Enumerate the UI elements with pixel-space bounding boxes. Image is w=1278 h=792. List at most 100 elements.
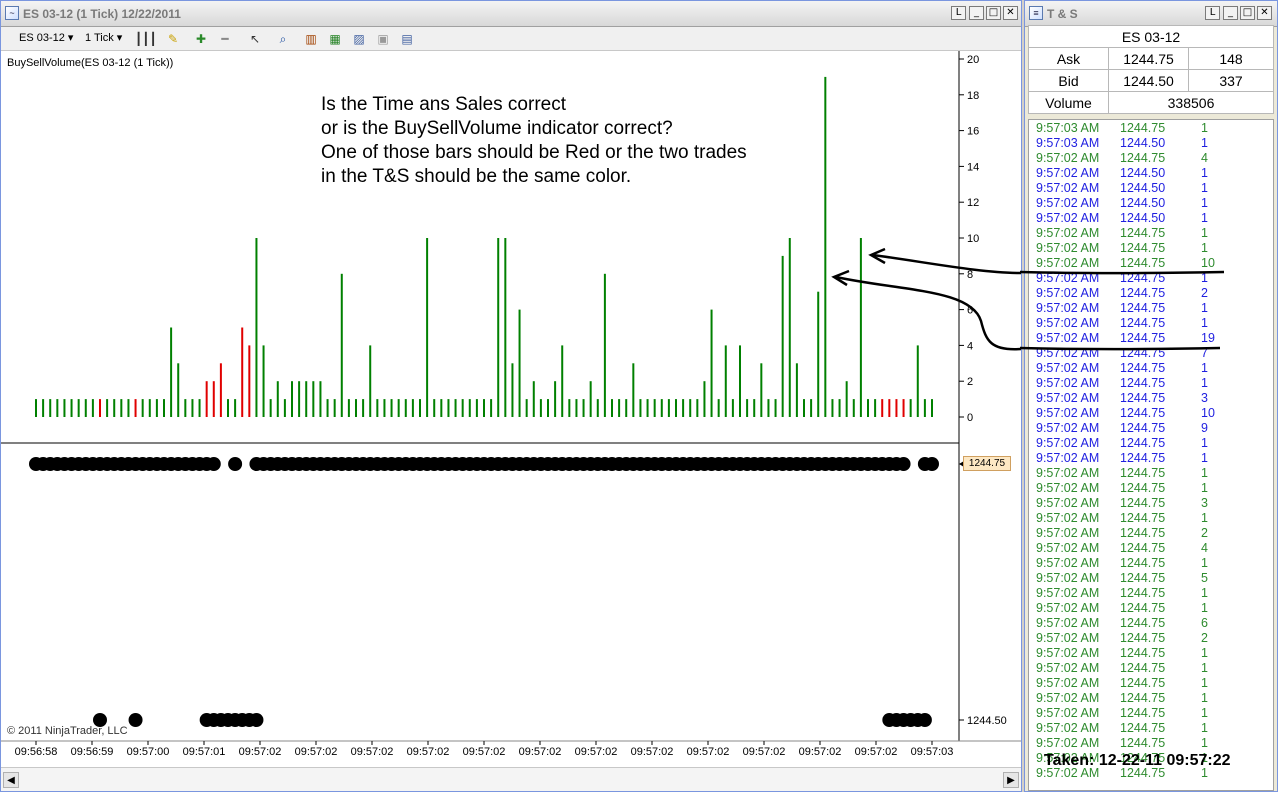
- volume-bar: [497, 238, 500, 417]
- trade-time: 9:57:02 AM: [1036, 691, 1100, 705]
- trade-time: 9:57:02 AM: [1036, 481, 1100, 495]
- trade-price: 1244.50: [1120, 196, 1166, 210]
- copyright-text: © 2011 NinjaTrader, LLC: [7, 725, 128, 737]
- chart-plot-area[interactable]: 20 18 16 14 12 10 8 6 4 2 0 1244.50 09:56:58 09:56:59…: [1, 51, 1021, 767]
- trade-row: 9:57:02 AM 1244.75 3: [1029, 496, 1273, 511]
- scroll-left-icon[interactable]: ◀: [3, 772, 19, 788]
- trade-time: 9:57:02 AM: [1036, 571, 1100, 585]
- volume-bar: [511, 363, 514, 417]
- trade-size: 1: [1201, 691, 1208, 705]
- trade-time: 9:57:02 AM: [1036, 271, 1100, 285]
- ts-minimize-button[interactable]: _: [1223, 6, 1238, 20]
- volume-bar: [177, 363, 180, 417]
- bar-style-icon[interactable]: ┃┃┃: [135, 31, 157, 47]
- trade-time: 9:57:02 AM: [1036, 241, 1100, 255]
- ts-maximize-button[interactable]: □: [1240, 6, 1255, 20]
- trade-time: 9:57:02 AM: [1036, 466, 1100, 480]
- layout-icon[interactable]: ▤: [399, 31, 415, 47]
- volume-bar: [859, 238, 862, 417]
- volume-bar: [618, 399, 621, 417]
- trade-time: 9:57:03 AM: [1036, 136, 1100, 150]
- indicator-label: BuySellVolume(ES 03-12 (1 Tick)): [7, 57, 174, 69]
- close-button[interactable]: ✕: [1003, 6, 1018, 20]
- zoom-in-icon[interactable]: ✚: [193, 31, 209, 47]
- quote-table: ES 03-12 Ask 1244.75 148 Bid 1244.50 337…: [1028, 25, 1274, 114]
- volume-bar: [56, 399, 59, 417]
- trade-row: 9:57:02 AM 1244.75 1: [1029, 736, 1273, 751]
- instrument-dropdown[interactable]: ES 03-12 ▾: [19, 31, 73, 44]
- volume-bar: [931, 399, 933, 417]
- indicators-icon[interactable]: ▦: [327, 31, 343, 47]
- trade-row: 9:57:02 AM 1244.75 1: [1029, 316, 1273, 331]
- trade-price: 1244.75: [1120, 496, 1166, 510]
- trade-row: 9:57:02 AM 1244.75 6: [1029, 616, 1273, 631]
- trade-row: 9:57:02 AM 1244.75 1: [1029, 646, 1273, 661]
- trade-row: 9:57:02 AM 1244.75 1: [1029, 241, 1273, 256]
- draw-pencil-icon[interactable]: ✎: [165, 31, 181, 47]
- maximize-button[interactable]: □: [986, 6, 1001, 20]
- volume-bar: [852, 399, 855, 417]
- trade-size: 1: [1201, 646, 1208, 660]
- minimize-button[interactable]: _: [969, 6, 984, 20]
- volume-value: 338506: [1108, 91, 1274, 114]
- scroll-right-icon[interactable]: ▶: [1003, 772, 1019, 788]
- taken-timestamp: Taken: 12-22-11 09:57:22: [1044, 752, 1231, 769]
- trade-price: 1244.50: [1120, 136, 1166, 150]
- volume-bar: [419, 399, 421, 417]
- period-dropdown[interactable]: 1 Tick ▾: [85, 31, 122, 44]
- trade-price: 1244.75: [1120, 676, 1166, 690]
- trade-size: 9: [1201, 421, 1208, 435]
- pin-icon[interactable]: L: [951, 6, 966, 20]
- trade-price: 1244.75: [1120, 361, 1166, 375]
- strategies-icon[interactable]: ▨: [351, 31, 367, 47]
- y-tick-label: 12: [967, 197, 979, 209]
- volume-bar: [518, 309, 521, 417]
- volume-bar: [269, 399, 272, 417]
- volume-bar: [340, 273, 343, 417]
- magnify-icon[interactable]: ⌕: [275, 31, 291, 47]
- volume-bar: [625, 399, 628, 417]
- chart-titlebar[interactable]: ~ ES 03-12 (1 Tick) 12/22/2011 L _ □ ✕: [1, 1, 1021, 27]
- volume-bar: [305, 381, 308, 417]
- volume-bar: [283, 399, 286, 417]
- cursor-icon[interactable]: ↖: [247, 31, 263, 47]
- trade-row: 9:57:02 AM 1244.75 2: [1029, 631, 1273, 646]
- x-tick-label: 09:57:02: [519, 746, 562, 758]
- trade-price: 1244.75: [1120, 541, 1166, 555]
- y-tick-label: 20: [967, 54, 979, 66]
- trade-time: 9:57:02 AM: [1036, 616, 1100, 630]
- trade-size: 1: [1201, 121, 1208, 135]
- ts-titlebar[interactable]: ≡ T & S L _ □ ✕: [1025, 1, 1277, 27]
- trade-dot-1244-50: [917, 713, 932, 727]
- zoom-out-icon[interactable]: ━: [217, 31, 233, 47]
- trade-price: 1244.75: [1120, 481, 1166, 495]
- trade-price: 1244.50: [1120, 181, 1166, 195]
- ts-pin-icon[interactable]: L: [1205, 6, 1220, 20]
- trade-price: 1244.75: [1120, 691, 1166, 705]
- properties-icon[interactable]: ▣: [375, 31, 391, 47]
- horizontal-scrollbar[interactable]: ◀ ▶: [1, 767, 1021, 791]
- volume-bar: [874, 399, 877, 417]
- volume-bar: [923, 399, 926, 417]
- trade-price: 1244.75: [1120, 241, 1166, 255]
- ts-close-button[interactable]: ✕: [1257, 6, 1272, 20]
- trade-price: 1244.75: [1120, 586, 1166, 600]
- volume-bar: [888, 399, 891, 417]
- bars-type-icon[interactable]: ▥: [303, 31, 319, 47]
- trade-size: 2: [1201, 631, 1208, 645]
- volume-bar: [369, 345, 372, 417]
- volume-bar: [461, 399, 464, 417]
- trades-list[interactable]: 9:57:03 AM 1244.75 1 9:57:03 AM 1244.50 1 9:57…: [1028, 119, 1274, 791]
- volume-bar: [682, 399, 685, 417]
- trade-time: 9:57:02 AM: [1036, 286, 1100, 300]
- trade-time: 9:57:03 AM: [1036, 121, 1100, 135]
- annotation-text: Is the Time ans Sales correct or is the …: [321, 94, 747, 187]
- volume-bar: [795, 363, 798, 417]
- volume-bar: [824, 76, 827, 418]
- trade-time: 9:57:02 AM: [1036, 556, 1100, 570]
- trade-size: 1: [1201, 721, 1208, 735]
- trade-size: 1: [1201, 601, 1208, 615]
- trade-time: 9:57:02 AM: [1036, 301, 1100, 315]
- trade-size: 5: [1201, 571, 1208, 585]
- volume-bar: [703, 381, 706, 417]
